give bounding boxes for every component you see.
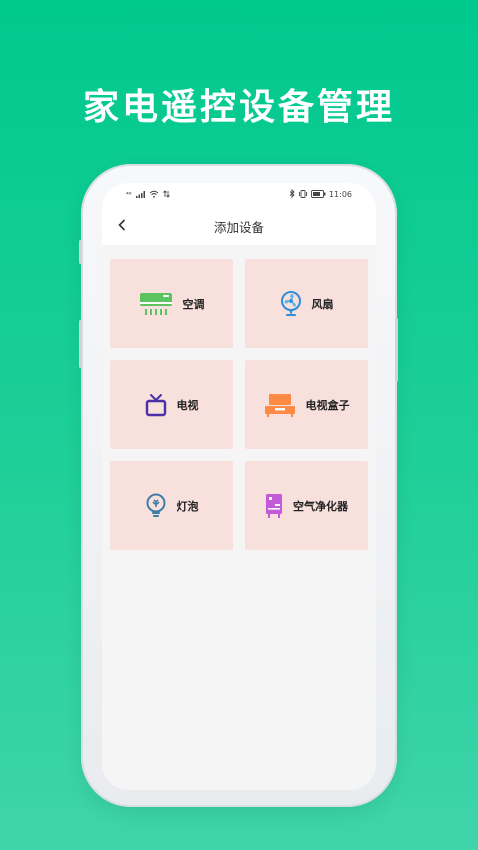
signal-label: ⁴⁶: [126, 191, 132, 199]
device-label: 空调: [182, 297, 205, 311]
data-transfer-icon: [162, 190, 170, 200]
device-card-tv[interactable]: 电视: [110, 360, 233, 449]
cell-signal-icon: [135, 190, 145, 200]
device-label: 风扇: [311, 297, 334, 311]
phone-side-button: [79, 240, 82, 264]
air-purifier-icon: [265, 493, 283, 519]
tv-box-icon: [264, 393, 296, 417]
bluetooth-icon: [289, 188, 295, 200]
light-bulb-icon: [145, 493, 167, 519]
fan-icon: [280, 290, 302, 317]
device-card-air-conditioner[interactable]: 空调: [110, 259, 233, 348]
page-title: 添加设备: [213, 219, 264, 235]
back-button[interactable]: [112, 215, 132, 235]
device-grid: 空调 风扇 电视 电视盒子 灯泡 空气净化器: [110, 259, 369, 550]
phone-side-button: [395, 318, 398, 382]
app-screen: ⁴⁶ 11:06 添加设备 空调 风扇 电视 电视盒子 灯泡 空气净化器: [102, 183, 376, 790]
tv-icon: [145, 393, 167, 417]
device-card-tv-box[interactable]: 电视盒子: [245, 360, 368, 449]
chevron-left-icon: [118, 219, 126, 231]
device-label: 电视: [176, 398, 199, 412]
device-label: 灯泡: [176, 499, 199, 513]
device-card-fan[interactable]: 风扇: [245, 259, 368, 348]
wifi-icon: [149, 190, 159, 200]
headline: 家电遥控设备管理: [82, 87, 395, 128]
vibrate-icon: [298, 189, 308, 200]
air-conditioner-icon: [139, 291, 173, 317]
device-card-air-purifier[interactable]: 空气净化器: [245, 461, 368, 550]
nav-bar: 添加设备: [102, 207, 376, 245]
device-label: 电视盒子: [305, 398, 350, 412]
status-time: 11:06: [328, 190, 352, 199]
device-card-light-bulb[interactable]: 灯泡: [110, 461, 233, 550]
phone-side-button: [79, 320, 82, 368]
status-bar: ⁴⁶ 11:06: [102, 183, 376, 207]
device-label: 空气净化器: [293, 499, 348, 513]
battery-icon: [310, 189, 326, 200]
